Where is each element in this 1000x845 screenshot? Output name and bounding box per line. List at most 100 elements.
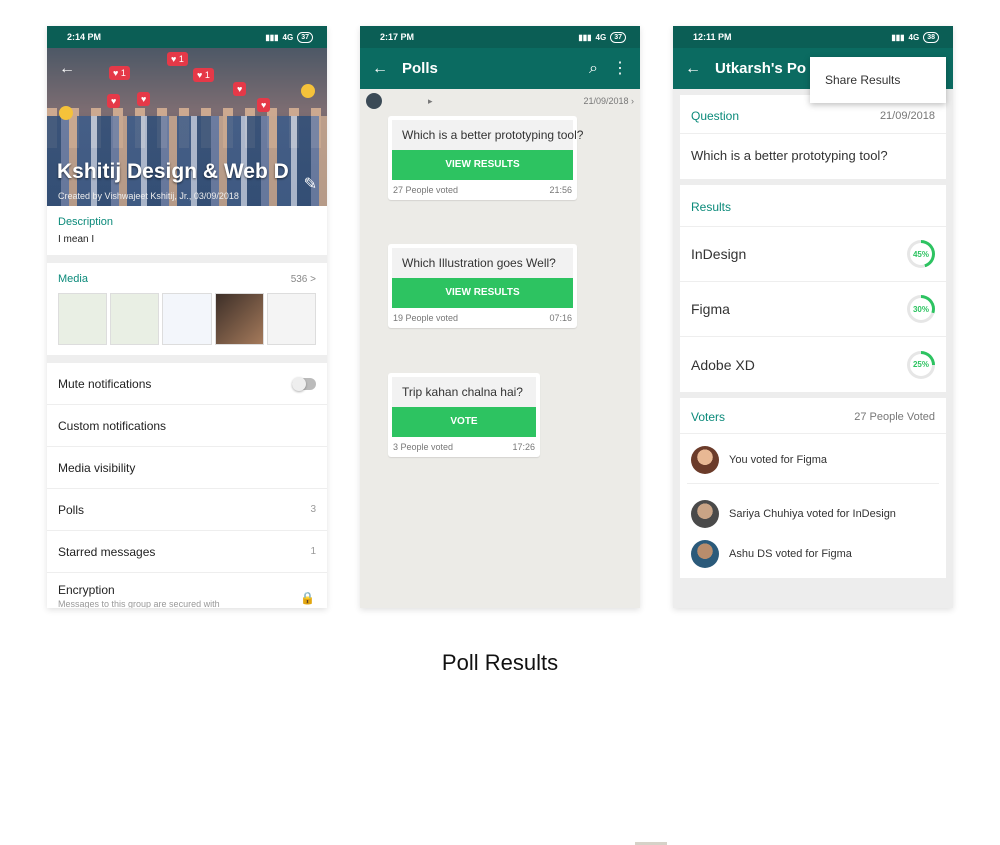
media-count[interactable]: 536 > [291, 274, 316, 285]
encryption-subtitle: Messages to this group are secured with [58, 599, 220, 608]
question-card: Question 21/09/2018 Which is a better pr… [680, 95, 946, 179]
signal-icon: ▮▮▮ [578, 32, 592, 42]
result-option: Adobe XD [691, 356, 755, 373]
encryption-label: Encryption [58, 583, 115, 597]
poll-vote-count: 3 People voted [393, 442, 454, 452]
question-date: 21/09/2018 [879, 110, 935, 122]
poll-bubble: Which is a better prototyping tool? VIEW… [388, 116, 583, 200]
heart-reaction-icon: ♥ [107, 94, 121, 108]
heart-reaction-icon: ♥ 1 [193, 68, 214, 82]
description-section[interactable]: Description I mean I [47, 206, 327, 255]
more-options-icon[interactable]: ⋮ [612, 60, 628, 77]
chat-header-row: ▸ 21/09/2018 › [360, 89, 640, 113]
avatar [691, 446, 719, 474]
voter-row[interactable]: Sariya Chuhiya voted for InDesign [680, 494, 946, 534]
results-card: Results InDesign 45% Figma 30% Adobe XD … [680, 185, 946, 392]
group-photo: ← ♥ 1 ♥ 1 ♥ 1 ♥ ♥ ♥ ♥ Kshitij Design & W… [47, 48, 327, 206]
media-thumbnail[interactable] [266, 293, 317, 345]
chat-date: 21/09/2018 › [583, 96, 634, 106]
voter-row[interactable]: You voted for Figma [680, 440, 946, 480]
back-arrow-icon[interactable]: ← [372, 60, 388, 77]
result-row: Adobe XD 25% [680, 337, 946, 392]
emoji-icon [301, 84, 315, 98]
screen-title: Polls [402, 60, 438, 77]
lock-icon: 🔒 [300, 591, 315, 605]
result-row: Figma 30% [680, 282, 946, 337]
setting-encryption[interactable]: Encryption Messages to this group are se… [47, 573, 327, 608]
view-results-button[interactable]: VIEW RESULTS [392, 150, 573, 180]
voters-label: Voters [691, 410, 726, 424]
result-option: InDesign [691, 246, 747, 262]
group-created-by: Created by Vishwajeet Kshitij, Jr., 03/0… [58, 191, 239, 201]
battery-icon: 37 [297, 31, 313, 43]
polls-count: 3 [310, 504, 316, 515]
voter-row[interactable]: Ashu DS voted for Figma [680, 534, 946, 574]
voters-card: Voters 27 People Voted You voted for Fig… [680, 398, 946, 578]
setting-mute-notifications[interactable]: Mute notifications [47, 363, 327, 405]
poll-vote-count: 27 People voted [393, 185, 459, 195]
media-thumbnail[interactable] [58, 293, 108, 345]
share-results-menu-item[interactable]: Share Results [825, 73, 900, 87]
signal-icon: ▮▮▮ [891, 32, 905, 42]
vote-button[interactable]: VOTE [392, 407, 536, 437]
media-section[interactable]: Media 536 > [47, 263, 327, 355]
poll-bubble: Trip kahan chalna hai? VOTE 3 People vot… [388, 373, 540, 457]
group-info-screen: 2:14 PM ▮▮▮ 4G 37 ← ♥ 1 ♥ 1 ♥ 1 ♥ ♥ ♥ ♥ … [47, 26, 327, 608]
result-row: InDesign 45% [680, 227, 946, 282]
overflow-menu: Share Results [810, 57, 946, 103]
media-thumbnails [58, 293, 317, 345]
sender-avatar[interactable] [366, 93, 382, 109]
mute-toggle[interactable] [292, 376, 316, 391]
poll-time: 21:56 [549, 185, 572, 195]
search-icon[interactable]: ⌕ [589, 60, 598, 77]
description-label: Description [58, 216, 114, 228]
heart-reaction-icon: ♥ [137, 92, 151, 106]
voters-count: 27 People Voted [854, 411, 935, 423]
emoji-icon [59, 106, 73, 120]
back-arrow-icon[interactable]: ← [59, 60, 75, 78]
poll-question: Which Illustration goes Well? [392, 248, 573, 278]
media-thumbnail[interactable] [110, 293, 160, 345]
battery-icon: 37 [610, 31, 626, 43]
group-name: Kshitij Design & Web D [57, 160, 289, 183]
setting-polls[interactable]: Polls 3 [47, 489, 327, 531]
result-percent-ring: 25% [907, 350, 935, 379]
poll-question: Trip kahan chalna hai? [392, 377, 536, 407]
setting-media-visibility[interactable]: Media visibility [47, 447, 327, 489]
poll-vote-count: 19 People voted [393, 313, 459, 323]
result-option: Figma [691, 301, 730, 317]
avatar [691, 500, 719, 528]
media-label: Media [58, 273, 88, 285]
back-arrow-icon[interactable]: ← [685, 60, 701, 77]
poll-time: 07:16 [549, 313, 572, 323]
question-label: Question [691, 109, 740, 123]
network-type: 4G [595, 32, 607, 42]
question-text: Which is a better prototyping tool? [691, 148, 888, 163]
network-type: 4G [908, 32, 920, 42]
poll-bubble: Which Illustration goes Well? VIEW RESUL… [388, 244, 577, 328]
description-text: I mean I [58, 234, 95, 245]
polls-chat-screen: 2:17 PM ▮▮▮ 4G 37 ← Polls ⌕ ⋮ ▸ 21/09/20… [360, 26, 640, 608]
result-percent-ring: 30% [907, 295, 935, 323]
media-thumbnail[interactable] [214, 293, 264, 345]
heart-reaction-icon: ♥ [257, 98, 271, 112]
battery-icon: 38 [923, 31, 939, 43]
network-type: 4G [282, 32, 294, 42]
poll-time: 17:26 [512, 442, 535, 452]
status-bar: 2:17 PM ▮▮▮ 4G 37 [360, 26, 640, 48]
media-thumbnail[interactable] [162, 293, 212, 345]
view-results-button[interactable]: VIEW RESULTS [392, 278, 573, 308]
setting-custom-notifications[interactable]: Custom notifications [47, 405, 327, 447]
status-bar: 2:14 PM ▮▮▮ 4G 37 [47, 26, 327, 48]
status-time: 2:14 PM [67, 32, 102, 42]
starred-count: 1 [310, 546, 316, 557]
heart-reaction-icon: ♥ 1 [109, 66, 130, 80]
play-icon: ▸ [428, 95, 433, 106]
poll-results-screen: 12:11 PM ▮▮▮ 4G 38 ← Utkarsh's Po Share … [673, 26, 953, 608]
heart-reaction-icon: ♥ [233, 82, 247, 96]
setting-starred-messages[interactable]: Starred messages 1 [47, 531, 327, 573]
edit-pencil-icon[interactable]: ✎ [304, 174, 317, 194]
results-label: Results [691, 200, 732, 214]
status-time: 12:11 PM [693, 32, 732, 42]
status-bar: 12:11 PM ▮▮▮ 4G 38 [673, 26, 953, 48]
